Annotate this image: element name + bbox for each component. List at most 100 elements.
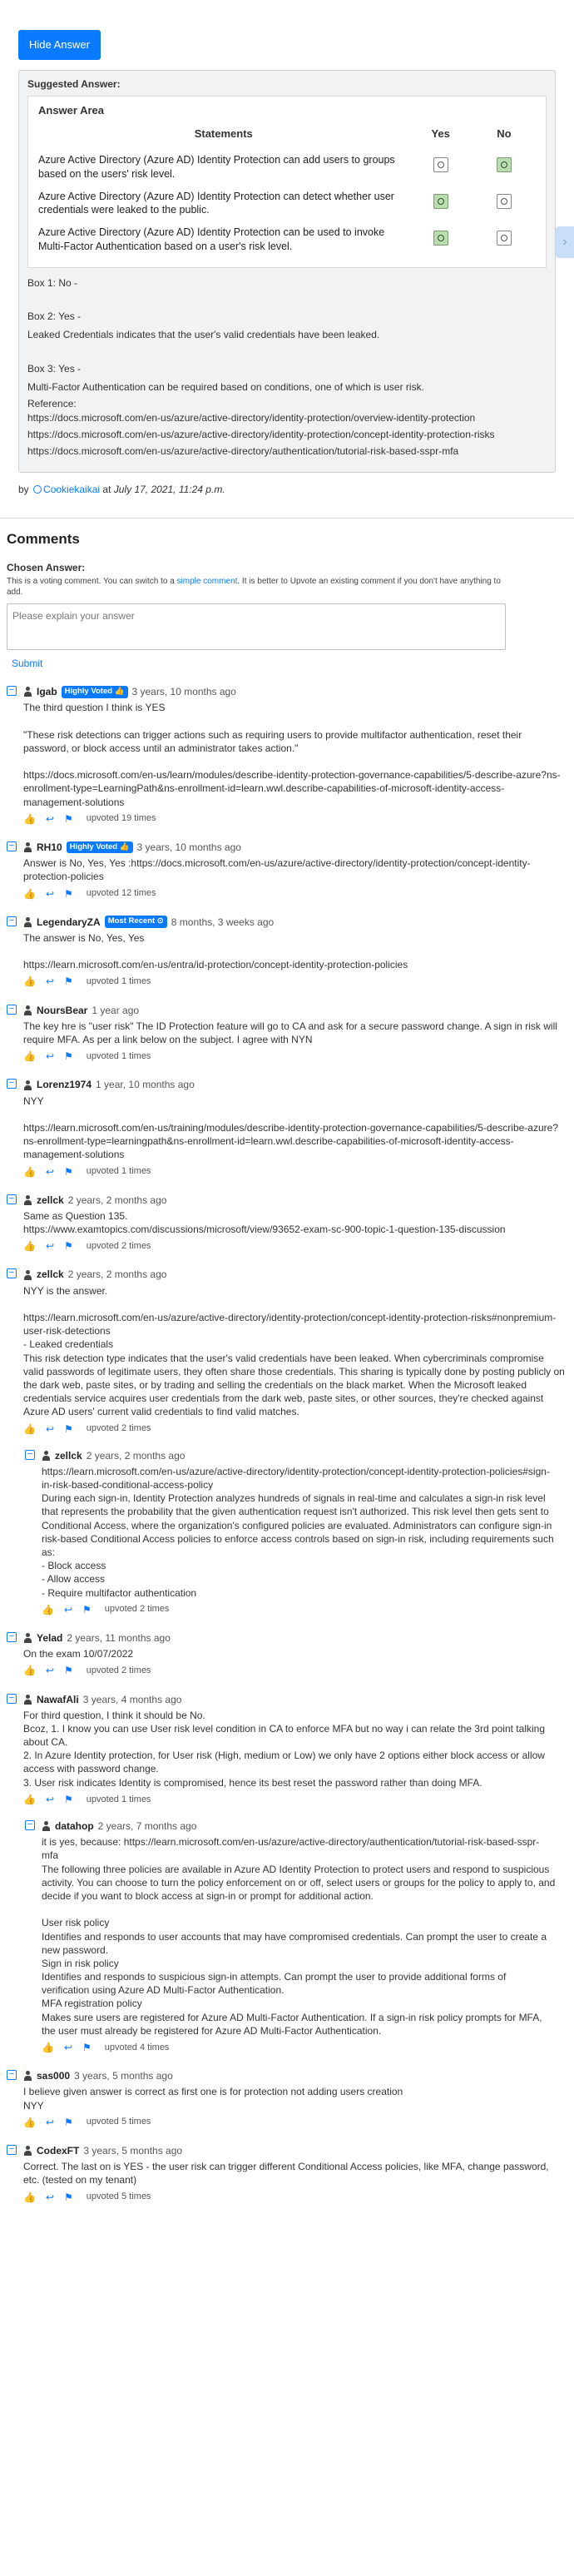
reply-icon[interactable]: ↩ bbox=[46, 1165, 54, 1179]
yes-radio[interactable] bbox=[433, 230, 448, 246]
upvote-icon[interactable]: 👍 bbox=[23, 1664, 36, 1677]
no-radio[interactable] bbox=[496, 157, 512, 173]
reply-icon[interactable]: ↩ bbox=[46, 1664, 54, 1677]
collapse-icon[interactable]: − bbox=[7, 1631, 17, 1642]
hide-answer-button[interactable]: Hide Answer bbox=[18, 30, 101, 60]
comment-username[interactable]: Yelad bbox=[37, 1631, 62, 1645]
suggested-answer-title: Suggested Answer: bbox=[27, 77, 121, 90]
comment-text: For third question, I think it should be… bbox=[23, 1709, 545, 1789]
reply-icon[interactable]: ↩ bbox=[46, 975, 54, 988]
no-radio[interactable] bbox=[496, 230, 512, 246]
yes-radio[interactable] bbox=[433, 194, 448, 210]
flag-icon[interactable]: ⚑ bbox=[64, 887, 73, 901]
comment: − zellck 2 years, 2 months ago NYY is the a… bbox=[7, 1268, 566, 1435]
collapse-icon[interactable]: − bbox=[25, 1449, 35, 1460]
flag-icon[interactable]: ⚑ bbox=[64, 1050, 73, 1063]
comment-text: The third question I think is YES "These… bbox=[23, 702, 561, 808]
submit-button[interactable]: Submit bbox=[12, 657, 42, 670]
comment-badge: Highly Voted 👍 bbox=[66, 841, 133, 854]
collapse-icon[interactable]: − bbox=[7, 841, 17, 851]
comment-username[interactable]: NawafAli bbox=[37, 1693, 79, 1706]
collapse-icon[interactable]: − bbox=[7, 916, 17, 926]
author-link[interactable]: Cookiekaikai bbox=[32, 484, 100, 495]
reply-icon[interactable]: ↩ bbox=[64, 1603, 72, 1616]
reply-icon[interactable]: ↩ bbox=[46, 1050, 54, 1063]
box3-text: Multi-Factor Authentication can be requi… bbox=[27, 380, 424, 393]
flag-icon[interactable]: ⚑ bbox=[64, 1793, 73, 1806]
flag-icon[interactable]: ⚑ bbox=[64, 2116, 73, 2129]
collapse-icon[interactable]: − bbox=[7, 686, 17, 697]
flag-icon[interactable]: ⚑ bbox=[64, 1664, 73, 1677]
user-icon bbox=[23, 1080, 32, 1090]
comment: − Lorenz1974 1 year, 10 months ago NYY http… bbox=[7, 1078, 566, 1178]
comment-username[interactable]: LegendaryZA bbox=[37, 916, 101, 929]
collapse-icon[interactable]: − bbox=[7, 1693, 17, 1704]
collapse-icon[interactable]: − bbox=[7, 1268, 17, 1279]
reply-icon[interactable]: ↩ bbox=[46, 1422, 54, 1436]
flag-icon[interactable]: ⚑ bbox=[82, 1603, 92, 1616]
comment-text: On the exam 10/07/2022 bbox=[23, 1648, 134, 1660]
upvote-icon[interactable]: 👍 bbox=[42, 2041, 54, 2054]
flag-icon[interactable]: ⚑ bbox=[64, 1422, 73, 1436]
upvote-icon[interactable]: 👍 bbox=[23, 812, 36, 826]
simple-comment-link[interactable]: simple comment bbox=[177, 577, 238, 586]
box2-label: Box 2: Yes - bbox=[27, 310, 82, 323]
reply-icon[interactable]: ↩ bbox=[46, 2191, 54, 2204]
comment-username[interactable]: zellck bbox=[55, 1449, 82, 1462]
flag-icon[interactable]: ⚑ bbox=[64, 2191, 73, 2204]
comment-username[interactable]: zellck bbox=[37, 1194, 64, 1207]
comment-username[interactable]: RH10 bbox=[37, 841, 62, 854]
comment-username[interactable]: sas000 bbox=[37, 2069, 70, 2082]
voting-note: This is a voting comment. You can switch… bbox=[7, 576, 506, 598]
yes-cell bbox=[408, 150, 472, 186]
comment-username[interactable]: zellck bbox=[37, 1268, 64, 1281]
flag-icon[interactable]: ⚑ bbox=[82, 2041, 92, 2054]
reply-icon[interactable]: ↩ bbox=[46, 812, 54, 826]
upvote-icon[interactable]: 👍 bbox=[23, 1165, 36, 1179]
reply-icon[interactable]: ↩ bbox=[64, 2041, 72, 2054]
collapse-icon[interactable]: − bbox=[7, 2144, 17, 2155]
comment: − Igab Highly Voted 👍 3 years, 10 months ag… bbox=[7, 685, 566, 826]
no-radio[interactable] bbox=[496, 194, 512, 210]
upvote-count: upvoted 1 times bbox=[86, 1050, 151, 1061]
reply-icon[interactable]: ↩ bbox=[46, 1239, 54, 1253]
comment-username[interactable]: NoursBear bbox=[37, 1004, 87, 1017]
reply-icon[interactable]: ↩ bbox=[46, 1793, 54, 1806]
flag-icon[interactable]: ⚑ bbox=[64, 975, 73, 988]
upvote-icon[interactable]: 👍 bbox=[23, 2116, 36, 2129]
flag-icon[interactable]: ⚑ bbox=[64, 1239, 73, 1253]
user-icon bbox=[23, 1005, 32, 1015]
upvote-icon[interactable]: 👍 bbox=[42, 1603, 54, 1616]
upvote-icon[interactable]: 👍 bbox=[23, 1422, 36, 1436]
comment-textarea[interactable]: Please explain your answer bbox=[7, 603, 506, 650]
statement-row: Azure Active Directory (Azure AD) Identi… bbox=[38, 222, 536, 259]
comment-username[interactable]: CodexFT bbox=[37, 2144, 79, 2157]
upvote-icon[interactable]: 👍 bbox=[23, 1050, 36, 1063]
upvote-icon[interactable]: 👍 bbox=[23, 887, 36, 901]
reference-links[interactable]: https://docs.microsoft.com/en-us/azure/a… bbox=[27, 410, 547, 459]
flag-icon[interactable]: ⚑ bbox=[64, 1165, 73, 1179]
comment-actions: 👍 ↩ ⚑ upvoted 12 times bbox=[23, 887, 566, 901]
collapse-icon[interactable]: − bbox=[25, 1820, 35, 1831]
upvote-icon[interactable]: 👍 bbox=[23, 2191, 36, 2204]
comment-username[interactable]: Lorenz1974 bbox=[37, 1078, 92, 1091]
collapse-icon[interactable]: − bbox=[7, 2070, 17, 2081]
comment-actions: 👍 ↩ ⚑ upvoted 19 times bbox=[23, 812, 566, 826]
collapse-icon[interactable]: − bbox=[7, 1194, 17, 1204]
yes-radio[interactable] bbox=[433, 157, 448, 173]
reply-icon[interactable]: ↩ bbox=[46, 2116, 54, 2129]
upvote-count: upvoted 2 times bbox=[104, 1604, 170, 1615]
collapse-icon[interactable]: − bbox=[7, 1004, 17, 1015]
upvote-count: upvoted 1 times bbox=[86, 976, 151, 987]
collapse-icon[interactable]: − bbox=[7, 1079, 17, 1089]
upvote-icon[interactable]: 👍 bbox=[23, 1793, 36, 1806]
author-name[interactable]: Cookiekaikai bbox=[43, 484, 100, 495]
upvote-icon[interactable]: 👍 bbox=[23, 1239, 36, 1253]
comment-time: 2 years, 2 months ago bbox=[86, 1449, 186, 1462]
reply-icon[interactable]: ↩ bbox=[46, 887, 54, 901]
upvote-icon[interactable]: 👍 bbox=[23, 975, 36, 988]
flag-icon[interactable]: ⚑ bbox=[64, 812, 73, 826]
side-tab-icon[interactable]: › bbox=[556, 226, 574, 258]
comment-username[interactable]: datahop bbox=[55, 1819, 94, 1833]
comment-username[interactable]: Igab bbox=[37, 685, 57, 698]
